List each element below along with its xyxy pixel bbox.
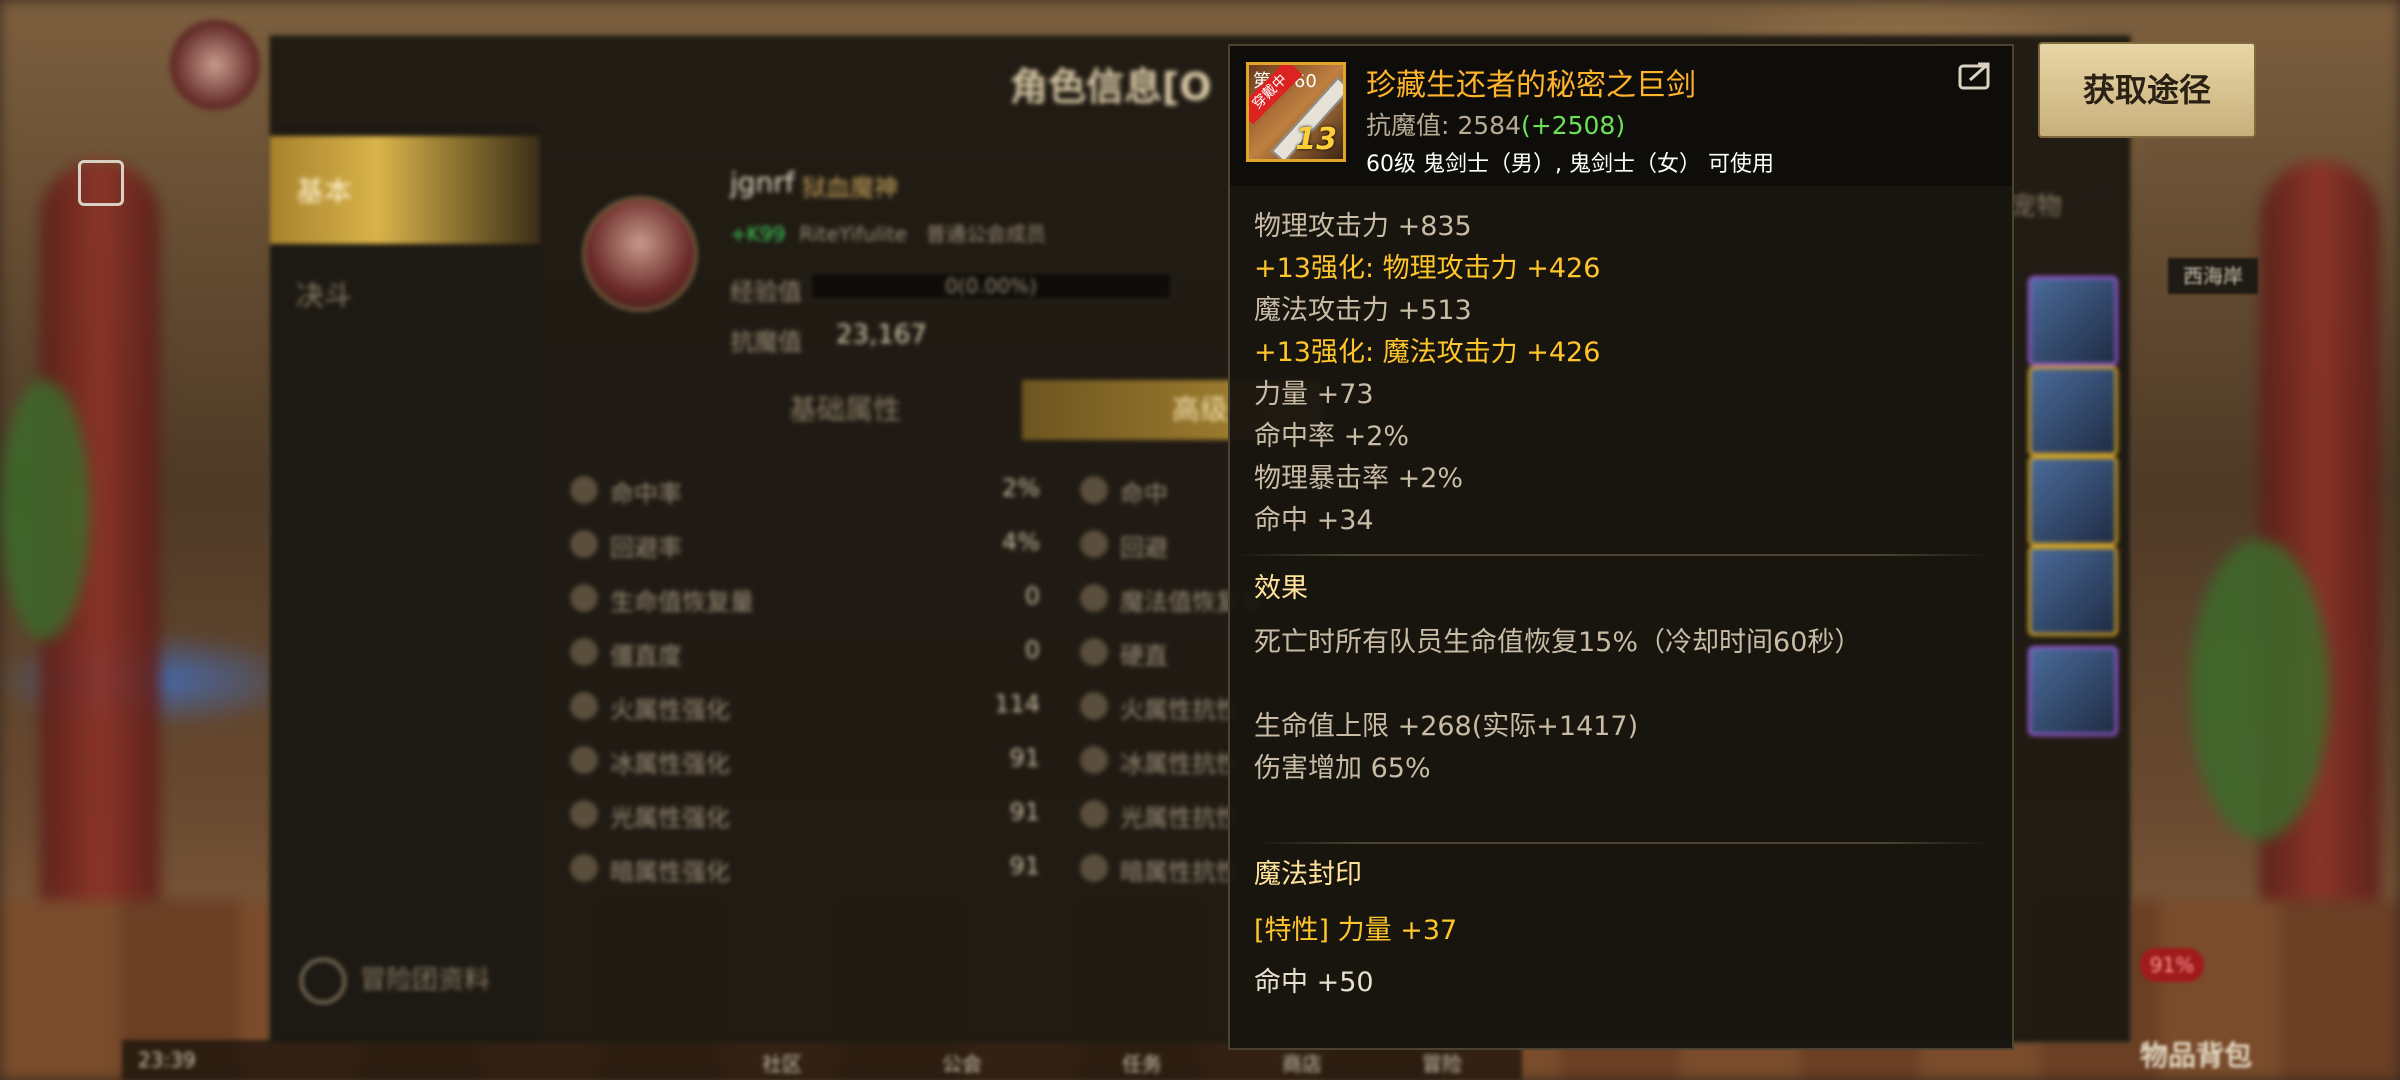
item-resist: 抗魔值: 2584(+2508) [1366,111,1626,140]
light-icon [570,800,598,828]
tab-duel[interactable]: 决斗 [296,274,352,314]
team-icon [300,958,346,1004]
item-name: 珍藏生还者的秘密之巨剑 [1366,68,1696,103]
stat-row: 暗属性强化 91 暗属性抗性 [570,844,1330,898]
greatsword-icon: 第1060 穿戴中 13 [1246,62,1346,162]
exp-label: 经验值 [730,278,802,306]
player-avatar[interactable] [170,20,260,110]
stat-row: 火属性强化 114 火属性抗性 [570,682,1330,736]
character-portrait [582,196,698,312]
evade-icon [570,530,598,558]
stat-line: 魔法攻击力 +513 [1254,295,1472,326]
tooltip-body: 物理攻击力 +835 +13强化: 物理攻击力 +426 魔法攻击力 +513 … [1234,206,1992,1004]
effect-hp: 生命值上限 +268(实际+1417) [1254,711,1639,742]
map-label: 西海岸 [2168,258,2258,294]
dark-icon [570,854,598,882]
equip-slot[interactable] [2028,546,2118,636]
effect-line: 死亡时所有队员生命值恢复15%（冷却时间60秒） [1254,627,1862,658]
seal-title: 魔法封印 [1254,859,1362,890]
inventory-button[interactable]: 物品背包 [2140,1034,2252,1074]
equip-slot[interactable] [2028,276,2118,366]
menu-shop[interactable]: 商店 [1282,1048,1322,1077]
tab-basic-attributes[interactable]: 基础属性 [715,380,975,440]
stat-row: 冰属性强化 91 冰属性抗性 [570,736,1330,790]
character-title: 狱血魔神 [802,174,898,202]
item-tooltip: 第1060 穿戴中 13 珍藏生还者的秘密之巨剑 抗魔值: 2584(+2508… [1228,44,2014,1050]
stat-line: 命中 +34 [1254,505,1374,536]
enhance-level: 13 [1295,122,1337,157]
stat-line: 力量 +73 [1254,379,1374,410]
panel-sidebar [270,126,540,1042]
item-requirement: 60级 鬼剑士（男）, 鬼剑士（女） 可使用 [1366,152,1774,177]
stats-list: 命中率 2% 命中 回避率 4% 回避 生命值恢复量 0 魔法值恢复量 僵直度 0 硬直 火属性… [570,466,1330,898]
dark-icon [1080,854,1108,882]
guild-info: +K99 RiteYifulite 普通公会成员 [730,222,1047,246]
ice-icon [570,746,598,774]
character-name: jgnrf [730,166,795,199]
menu-quest[interactable]: 任务 [1122,1048,1162,1077]
hit-icon [570,476,598,504]
seal-trait: [特性] 力量 +37 [1254,915,1458,946]
effect-title: 效果 [1254,573,1308,604]
get-source-button[interactable]: 获取途径 [2038,42,2256,138]
menu-community[interactable]: 社区 [762,1048,802,1077]
menu-guild[interactable]: 公会 [942,1048,982,1077]
clock: 23:39 [138,1048,196,1072]
resist-label: 抗魔值 [730,328,802,356]
menu-adventure[interactable]: 冒险 [1422,1048,1462,1077]
stat-line: +13强化: 物理攻击力 +426 [1254,253,1601,284]
exp-bar: 0(0.00%) [810,272,1172,300]
hud-checkbox[interactable] [78,160,124,206]
stat-row: 生命值恢复量 0 魔法值恢复量 [570,574,1330,628]
stat-row: 光属性强化 91 光属性抗性 [570,790,1330,844]
resist-value: 23,167 [836,320,927,350]
seal-hit: 命中 +50 [1254,967,1374,998]
stat-line: 命中率 +2% [1254,421,1410,452]
share-icon[interactable] [1958,60,1996,90]
stat-line: 物理攻击力 +835 [1254,211,1472,242]
light-icon [1080,800,1108,828]
stat-row: 回避率 4% 回避 [570,520,1330,574]
bag-capacity-badge: 91% [2140,948,2204,982]
mana-icon [1080,584,1108,612]
stagger-icon [570,638,598,666]
effect-damage: 伤害增加 65% [1254,753,1431,784]
stat-line: +13强化: 魔法攻击力 +426 [1254,337,1601,368]
ice-icon [1080,746,1108,774]
stagger-icon [1080,638,1108,666]
equip-slot[interactable] [2028,366,2118,456]
heart-icon [570,584,598,612]
fire-icon [1080,692,1108,720]
stat-row: 命中率 2% 命中 [570,466,1330,520]
tab-pet[interactable]: 宠物 [2010,186,2062,223]
stat-row: 僵直度 0 硬直 [570,628,1330,682]
hit-icon [1080,476,1108,504]
panel-title: 角色信息[O [1010,65,1212,109]
evade-icon [1080,530,1108,558]
equip-slot[interactable] [2028,456,2118,546]
equip-slot[interactable] [2028,646,2118,736]
adventure-team-link[interactable]: 冒险团资料 [300,958,490,1004]
tab-basic[interactable]: 基本 [270,136,540,244]
stat-line: 物理暴击率 +2% [1254,463,1464,494]
tooltip-header: 第1060 穿戴中 13 珍藏生还者的秘密之巨剑 抗魔值: 2584(+2508… [1230,46,2012,186]
fire-icon [570,692,598,720]
